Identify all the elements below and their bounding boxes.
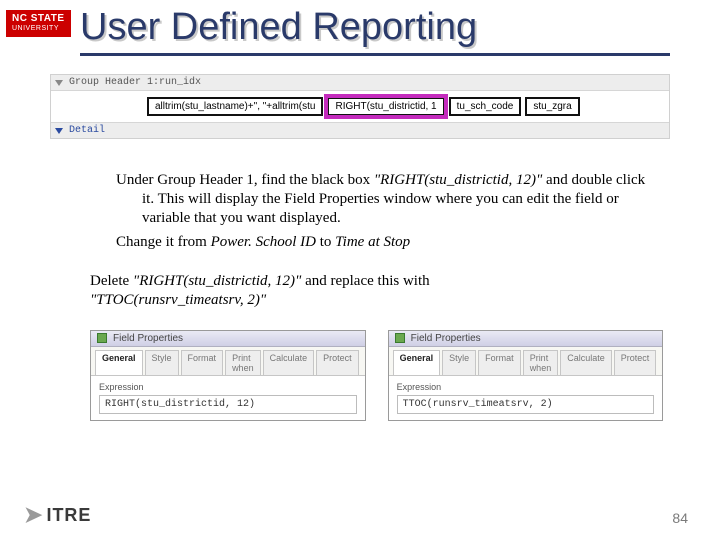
field-box-highlighted: RIGHT(stu_districtid, 1 xyxy=(327,97,444,116)
panel-tabs: General Style Format Print when Calculat… xyxy=(389,347,663,376)
panel-titlebar: Field Properties xyxy=(389,331,663,347)
tab-general[interactable]: General xyxy=(95,350,143,375)
detail-label: Detail xyxy=(69,125,105,136)
page-title: User Defined Reporting xyxy=(80,6,670,49)
group-header-bar: Group Header 1:run_idx xyxy=(51,75,669,91)
itre-logo: ➤ ITRE xyxy=(24,502,91,528)
panel-body: Expression RIGHT(stu_districtid, 12) xyxy=(91,376,365,420)
field-box: stu_zgra xyxy=(525,97,579,116)
instruction-text: Under Group Header 1, find the black box… xyxy=(90,171,650,310)
itre-text: ITRE xyxy=(46,505,91,526)
title-area: User Defined Reporting User Defined Repo… xyxy=(80,6,670,56)
panel-title: Field Properties xyxy=(113,333,183,344)
window-icon xyxy=(395,333,405,343)
window-icon xyxy=(97,333,107,343)
tab-calculate[interactable]: Calculate xyxy=(263,350,315,375)
tab-style[interactable]: Style xyxy=(442,350,476,375)
tab-protect[interactable]: Protect xyxy=(614,350,657,375)
collapse-triangle-icon xyxy=(55,80,63,86)
expression-label: Expression xyxy=(397,382,655,392)
paragraph-2: Change it from Power. School ID to Time … xyxy=(90,233,650,252)
tab-format[interactable]: Format xyxy=(478,350,521,375)
report-designer-screenshot: Group Header 1:run_idx alltrim(stu_lastn… xyxy=(50,74,670,139)
tab-format[interactable]: Format xyxy=(181,350,224,375)
field-properties-panels: Field Properties General Style Format Pr… xyxy=(90,330,650,421)
panel-titlebar: Field Properties xyxy=(91,331,365,347)
tab-protect[interactable]: Protect xyxy=(316,350,359,375)
expression-input[interactable]: TTOC(runsrv_timeatsrv, 2) xyxy=(397,395,655,414)
chevron-icon: ➤ xyxy=(24,502,42,528)
page-number: 84 xyxy=(672,510,688,526)
panel-tabs: General Style Format Print when Calculat… xyxy=(91,347,365,376)
field-box: tu_sch_code xyxy=(449,97,522,116)
ncstate-logo: NC STATE UNIVERSITY xyxy=(6,10,71,37)
tab-style[interactable]: Style xyxy=(145,350,179,375)
ncstate-top: NC STATE xyxy=(12,13,65,24)
field-properties-left: Field Properties General Style Format Pr… xyxy=(90,330,366,421)
panel-body: Expression TTOC(runsrv_timeatsrv, 2) xyxy=(389,376,663,420)
field-boxes-row: alltrim(stu_lastname)+", "+alltrim(stu R… xyxy=(51,91,669,122)
tab-printwhen[interactable]: Print when xyxy=(523,350,559,375)
paragraph-1: Under Group Header 1, find the black box… xyxy=(90,171,650,227)
expression-label: Expression xyxy=(99,382,357,392)
field-box: alltrim(stu_lastname)+", "+alltrim(stu xyxy=(147,97,323,116)
expression-input[interactable]: RIGHT(stu_districtid, 12) xyxy=(99,395,357,414)
collapse-triangle-icon xyxy=(55,128,63,134)
ncstate-sub: UNIVERSITY xyxy=(12,24,65,34)
detail-bar: Detail xyxy=(51,122,669,138)
tab-printwhen[interactable]: Print when xyxy=(225,350,261,375)
tab-calculate[interactable]: Calculate xyxy=(560,350,612,375)
field-properties-right: Field Properties General Style Format Pr… xyxy=(388,330,664,421)
group-header-label: Group Header 1:run_idx xyxy=(69,77,201,88)
panel-title: Field Properties xyxy=(411,333,481,344)
tab-general[interactable]: General xyxy=(393,350,441,375)
paragraph-3: Delete "RIGHT(stu_districtid, 12)" and r… xyxy=(90,272,650,310)
